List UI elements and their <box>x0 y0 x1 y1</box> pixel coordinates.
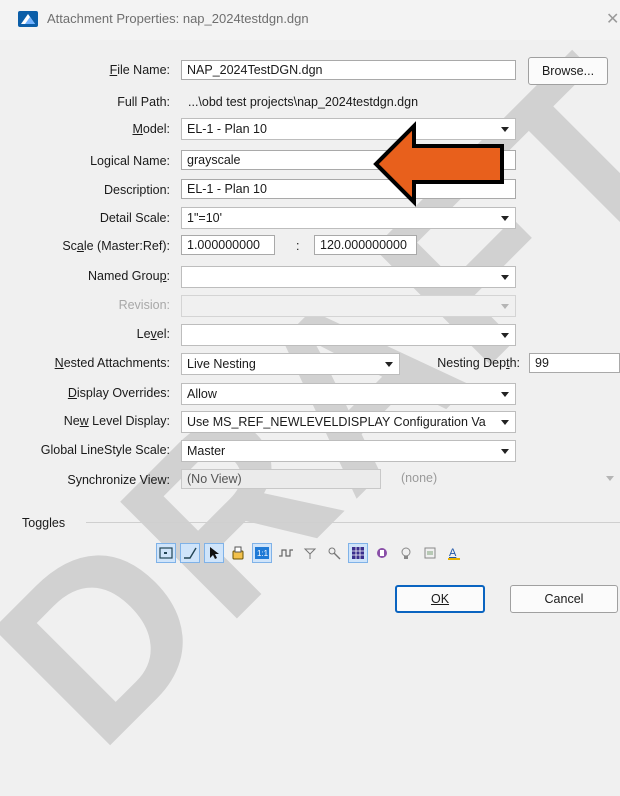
chevron-down-icon <box>501 420 509 425</box>
ignore-icon[interactable] <box>228 543 248 563</box>
display-toggle-icon[interactable] <box>156 543 176 563</box>
scale-label: Scale (Master:Ref): <box>62 239 170 253</box>
model-value: EL-1 - Plan 10 <box>187 122 267 136</box>
new-level-display-value: Use MS_REF_NEWLEVELDISPLAY Configuration… <box>187 415 486 429</box>
nesting-depth-field[interactable]: 99 <box>529 353 620 373</box>
model-label: Model: <box>132 122 170 136</box>
synchronize-view-label: Synchronize View: <box>67 473 170 487</box>
file-name-field[interactable]: NAP_2024TestDGN.dgn <box>181 60 516 80</box>
level-dropdown[interactable] <box>181 324 516 346</box>
new-level-display-label: New Level Display: <box>63 414 170 428</box>
nesting-depth-label: Nesting Depth: <box>437 356 520 370</box>
display-overrides-value: Allow <box>187 387 217 401</box>
locate-icon[interactable] <box>180 543 200 563</box>
logical-name-label: Logical Name: <box>90 154 170 168</box>
toggles-label: Toggles <box>22 516 66 530</box>
description-label: Description: <box>104 183 170 197</box>
synchronize-view-secondary-dropdown: (none) <box>396 468 620 490</box>
detail-scale-value: 1"=10' <box>187 211 222 225</box>
display-overrides-dropdown[interactable]: Allow <box>181 383 516 405</box>
chevron-down-icon <box>501 392 509 397</box>
synchronize-view-secondary-value: (none) <box>401 471 438 485</box>
nested-attachments-dropdown[interactable]: Live Nesting <box>181 353 400 375</box>
global-linestyle-scale-label: Global LineStyle Scale: <box>40 443 170 457</box>
display-raster-icon[interactable] <box>372 543 392 563</box>
scale-line-styles-icon[interactable] <box>276 543 296 563</box>
scale-separator: : <box>296 239 300 253</box>
treat-as-element-icon[interactable] <box>300 543 320 563</box>
display-overrides-label: Display Overrides: <box>67 386 170 400</box>
snap-icon[interactable] <box>204 543 224 563</box>
cancel-button[interactable]: Cancel <box>510 585 618 613</box>
clip-icon[interactable] <box>324 543 344 563</box>
window-title: Attachment Properties: nap_2024testdgn.d… <box>47 11 309 26</box>
print-icon[interactable] <box>420 543 440 563</box>
true-scale-icon[interactable]: 1:1 <box>252 543 272 563</box>
svg-text:1:1: 1:1 <box>257 549 269 558</box>
global-linestyle-scale-value: Master <box>187 444 226 458</box>
ok-button[interactable]: OK <box>395 585 485 613</box>
file-name-label: File Name: <box>109 63 170 77</box>
revision-dropdown <box>181 295 516 317</box>
scale-master-field[interactable]: 1.000000000 <box>181 235 275 255</box>
named-group-dropdown[interactable] <box>181 266 516 288</box>
nested-attachments-value: Live Nesting <box>187 357 256 371</box>
chevron-down-icon <box>501 333 509 338</box>
nested-attachments-label: Nested Attachments: <box>54 356 170 370</box>
chevron-down-icon <box>501 304 509 309</box>
annotation-arrow-icon <box>373 121 504 207</box>
title-bar: Attachment Properties: nap_2024testdgn.d… <box>0 0 620 40</box>
chevron-down-icon <box>501 216 509 221</box>
browse-button[interactable]: Browse... <box>528 57 608 85</box>
chevron-down-icon <box>385 362 393 367</box>
revision-label: Revision: <box>118 298 170 312</box>
detail-scale-label: Detail Scale: <box>99 211 170 225</box>
level-label: Level: <box>136 327 170 341</box>
synchronize-view-field: (No View) <box>181 469 381 489</box>
close-icon[interactable]: ✕ <box>606 9 619 29</box>
chevron-down-icon <box>501 449 509 454</box>
text-icon[interactable]: A <box>444 543 464 563</box>
global-linestyle-scale-dropdown[interactable]: Master <box>181 440 516 462</box>
chevron-down-icon <box>501 275 509 280</box>
lights-icon[interactable] <box>396 543 416 563</box>
chevron-down-icon <box>606 476 614 481</box>
new-level-display-dropdown[interactable]: Use MS_REF_NEWLEVELDISPLAY Configuration… <box>181 411 516 433</box>
named-group-label: Named Group: <box>88 269 170 283</box>
full-path-value: ...\obd test projects\nap_2024testdgn.dg… <box>188 95 419 109</box>
full-path-label: Full Path: <box>117 95 170 109</box>
scale-ref-field[interactable]: 120.000000000 <box>314 235 417 255</box>
raster-icon[interactable] <box>348 543 368 563</box>
toggles-toolbar: 1:1 A <box>156 542 464 564</box>
toggles-divider <box>86 522 620 523</box>
ok-button-label: OK <box>430 592 450 606</box>
svg-text:A: A <box>449 547 457 559</box>
detail-scale-dropdown[interactable]: 1"=10' <box>181 207 516 229</box>
app-logo-icon <box>18 11 38 27</box>
